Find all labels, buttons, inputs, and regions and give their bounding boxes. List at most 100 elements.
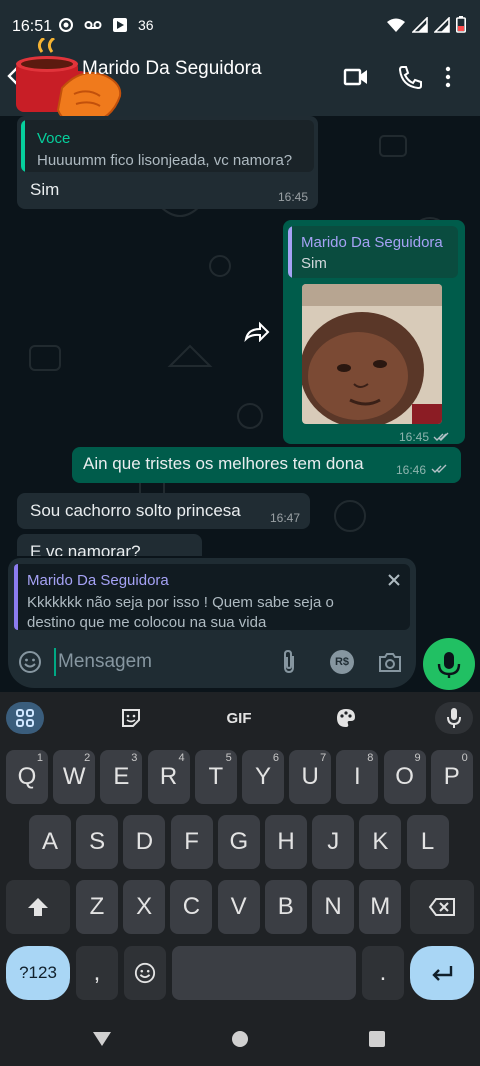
- key-label: A: [41, 828, 58, 855]
- key-e[interactable]: E3: [100, 750, 143, 804]
- key-t[interactable]: T5: [194, 750, 237, 804]
- key-z[interactable]: Z: [76, 880, 118, 934]
- key-j[interactable]: J: [312, 815, 355, 869]
- message-bubble-outgoing[interactable]: Marido Da Seguidora Sim 16:45: [283, 220, 465, 444]
- key-m[interactable]: M: [359, 880, 402, 934]
- message-bubble-incoming[interactable]: Voce Huuuumm fico lisonjeada, vc namora?…: [17, 116, 318, 209]
- apps-button[interactable]: [6, 702, 44, 734]
- key-hint: 9: [414, 752, 421, 764]
- grid-icon: [16, 709, 34, 727]
- voice-typing-button[interactable]: [435, 702, 473, 734]
- quoted-text: Huuuumm fico lisonjeada, vc namora?: [37, 152, 293, 169]
- message-bubble-incoming[interactable]: Sou cachorro solto princesa 16:47: [17, 493, 310, 529]
- voice-message-button[interactable]: [423, 638, 475, 690]
- key-d[interactable]: D: [123, 815, 166, 869]
- key-g[interactable]: G: [217, 815, 260, 869]
- recents-nav-icon[interactable]: [369, 1031, 385, 1047]
- key-label: S: [89, 828, 106, 855]
- key-label: P: [443, 763, 460, 790]
- emoji-icon: [134, 962, 156, 984]
- key-i[interactable]: I8: [336, 750, 379, 804]
- key-c[interactable]: C: [170, 880, 213, 934]
- read-receipt-icon: [431, 464, 447, 473]
- message-list[interactable]: Voce Huuuumm fico lisonjeada, vc namora?…: [0, 116, 480, 556]
- quoted-message[interactable]: Voce Huuuumm fico lisonjeada, vc namora?: [21, 120, 314, 172]
- key-k[interactable]: K: [359, 815, 402, 869]
- key-n[interactable]: N: [312, 880, 354, 934]
- theme-button[interactable]: [327, 702, 365, 734]
- emoji-key[interactable]: [124, 946, 166, 1000]
- comma-label: ,: [93, 959, 101, 986]
- key-label: Q: [17, 763, 37, 790]
- key-hint: 6: [272, 752, 279, 764]
- message-time: 16:45: [277, 190, 308, 204]
- key-h[interactable]: H: [265, 815, 307, 869]
- key-label: X: [136, 893, 153, 920]
- message-input[interactable]: [54, 648, 264, 676]
- key-label: Z: [89, 893, 105, 920]
- message-bubble-outgoing[interactable]: Ain que tristes os melhores tem dona 16:…: [72, 447, 461, 483]
- reply-preview-content[interactable]: Marido Da Seguidora Kkkkkkk não seja por…: [14, 564, 410, 631]
- message-bubble-incoming[interactable]: E vc namorar?: [17, 534, 202, 556]
- video-call-icon[interactable]: [342, 64, 370, 90]
- back-nav-icon[interactable]: [92, 1031, 112, 1047]
- comma-key[interactable]: ,: [76, 946, 118, 1000]
- microphone-icon: [447, 708, 461, 728]
- key-a[interactable]: A: [29, 815, 71, 869]
- key-r[interactable]: R4: [147, 750, 190, 804]
- status-time: 16:51: [12, 18, 53, 35]
- key-p[interactable]: P0: [430, 750, 473, 804]
- sticker-icon: [122, 709, 140, 727]
- message-text: Sou cachorro solto princesa: [30, 501, 241, 520]
- key-o[interactable]: O9: [383, 750, 426, 804]
- key-x[interactable]: X: [123, 880, 166, 934]
- close-reply-icon[interactable]: [386, 572, 402, 588]
- reply-text: Kkkkkkk não seja por isso ! Quem sabe se…: [27, 594, 334, 631]
- message-text: Sim: [30, 180, 60, 199]
- wifi-icon: [387, 18, 405, 32]
- period-key[interactable]: .: [362, 946, 404, 1000]
- home-nav-icon[interactable]: [231, 1030, 249, 1048]
- more-options-icon[interactable]: [441, 64, 455, 90]
- spotify-like-icon: [59, 18, 73, 32]
- key-s[interactable]: S: [76, 815, 119, 869]
- key-label: C: [182, 893, 201, 920]
- payment-label: R$: [334, 656, 350, 668]
- emoji-icon[interactable]: [18, 650, 42, 674]
- enter-key[interactable]: [410, 946, 474, 1000]
- period-label: .: [379, 959, 387, 986]
- shift-key[interactable]: [6, 880, 70, 934]
- sent-photo[interactable]: [302, 284, 442, 424]
- enter-icon: [432, 966, 453, 981]
- signal-icon: [412, 16, 428, 33]
- message-time: 16:47: [269, 511, 300, 525]
- sticker-button[interactable]: [112, 702, 150, 734]
- network-label: 36: [138, 17, 154, 33]
- backspace-key[interactable]: [410, 880, 474, 934]
- message-time: 16:46: [395, 463, 426, 477]
- attach-icon[interactable]: [278, 649, 300, 675]
- key-u[interactable]: U7: [289, 750, 332, 804]
- key-f[interactable]: F: [170, 815, 213, 869]
- space-key[interactable]: [172, 946, 356, 1000]
- shift-icon: [28, 898, 48, 916]
- camera-icon[interactable]: [377, 650, 403, 674]
- gif-button[interactable]: GIF: [220, 702, 258, 734]
- key-label: H: [277, 828, 295, 855]
- quoted-message[interactable]: Marido Da Seguidora Sim: [288, 226, 458, 278]
- chat-title[interactable]: Marido Da Seguidora: [82, 58, 262, 80]
- symbols-key[interactable]: ?123: [6, 946, 70, 1000]
- voice-call-icon[interactable]: [396, 64, 424, 90]
- key-v[interactable]: V: [217, 880, 260, 934]
- message-text: Ain que tristes os melhores tem dona: [83, 454, 364, 473]
- key-label: G: [229, 828, 249, 855]
- key-label: D: [135, 828, 154, 855]
- key-l[interactable]: L: [406, 815, 449, 869]
- payment-button[interactable]: R$: [330, 650, 354, 674]
- key-w[interactable]: W2: [53, 750, 96, 804]
- key-q[interactable]: Q1: [6, 750, 48, 804]
- key-y[interactable]: Y6: [242, 750, 284, 804]
- forward-icon[interactable]: [243, 320, 271, 342]
- key-b[interactable]: B: [264, 880, 307, 934]
- reply-author: Marido Da Seguidora: [27, 572, 169, 589]
